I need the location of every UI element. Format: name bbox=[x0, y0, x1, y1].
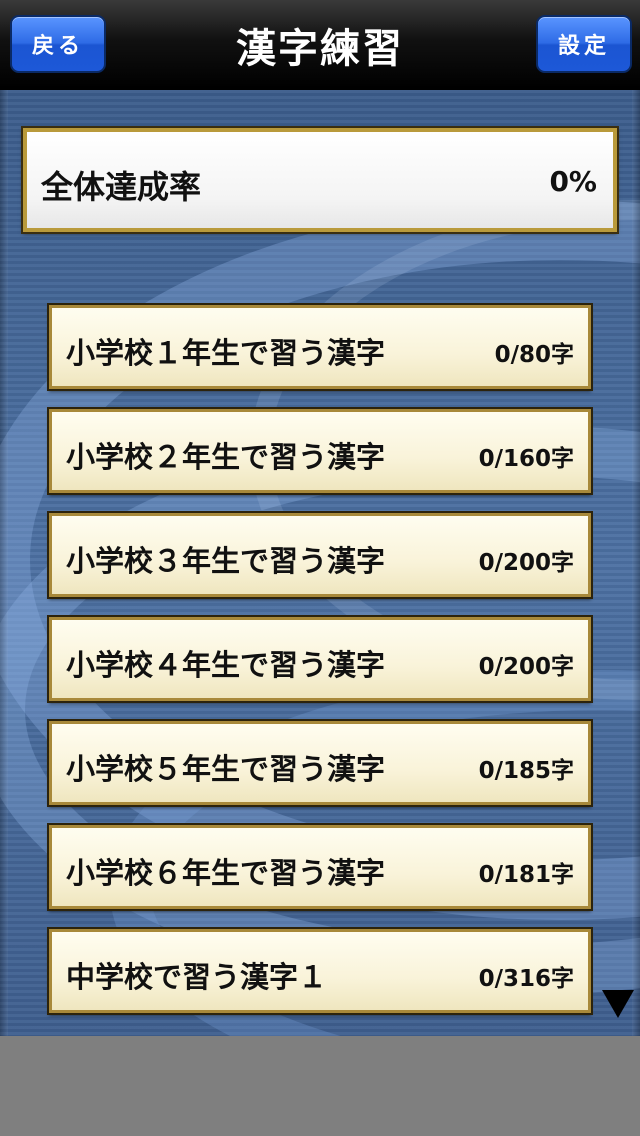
grade-2-button[interactable]: 小学校２年生で習う漢字 0/160字 bbox=[47, 407, 593, 495]
grade-progress-count: 0/316字 bbox=[478, 966, 574, 992]
grade-progress-count: 0/200字 bbox=[478, 550, 574, 576]
junior-high-1-button[interactable]: 中学校で習う漢字１ 0/316字 bbox=[47, 927, 593, 1015]
navigation-bar: 戻る 漢字練習 設定 bbox=[0, 0, 640, 90]
screen: 戻る 漢字練習 設定 全体達成率 0% 小学校１年生で習う漢字 0/80字 小学… bbox=[0, 0, 640, 1136]
grade-label: 中学校で習う漢字１ bbox=[66, 960, 328, 994]
right-edge-shadow bbox=[632, 90, 640, 1036]
grade-progress-count: 0/185字 bbox=[478, 758, 574, 784]
grade-4-button[interactable]: 小学校４年生で習う漢字 0/200字 bbox=[47, 615, 593, 703]
grade-label: 小学校３年生で習う漢字 bbox=[66, 544, 386, 578]
grade-3-button[interactable]: 小学校３年生で習う漢字 0/200字 bbox=[47, 511, 593, 599]
grade-label: 小学校１年生で習う漢字 bbox=[66, 336, 386, 370]
grade-progress-count: 0/181字 bbox=[478, 862, 574, 888]
overall-achievement-label: 全体達成率 bbox=[41, 168, 202, 206]
grade-label: 小学校６年生で習う漢字 bbox=[66, 856, 386, 890]
grade-label: 小学校２年生で習う漢字 bbox=[66, 440, 386, 474]
grade-progress-count: 0/80字 bbox=[494, 342, 574, 368]
grade-progress-count: 0/200字 bbox=[478, 654, 574, 680]
grade-6-button[interactable]: 小学校６年生で習う漢字 0/181字 bbox=[47, 823, 593, 911]
settings-button[interactable]: 設定 bbox=[536, 15, 632, 73]
triangle-down-icon bbox=[602, 990, 634, 1018]
grade-5-button[interactable]: 小学校５年生で習う漢字 0/185字 bbox=[47, 719, 593, 807]
overall-achievement-panel: 全体達成率 0% bbox=[21, 126, 619, 234]
bottom-empty-area bbox=[0, 1036, 640, 1136]
grade-label: 小学校５年生で習う漢字 bbox=[66, 752, 386, 786]
grade-1-button[interactable]: 小学校１年生で習う漢字 0/80字 bbox=[47, 303, 593, 391]
grade-progress-count: 0/160字 bbox=[478, 446, 574, 472]
left-edge-shadow bbox=[0, 90, 8, 1036]
grade-label: 小学校４年生で習う漢字 bbox=[66, 648, 386, 682]
overall-achievement-value: 0% bbox=[549, 165, 597, 198]
